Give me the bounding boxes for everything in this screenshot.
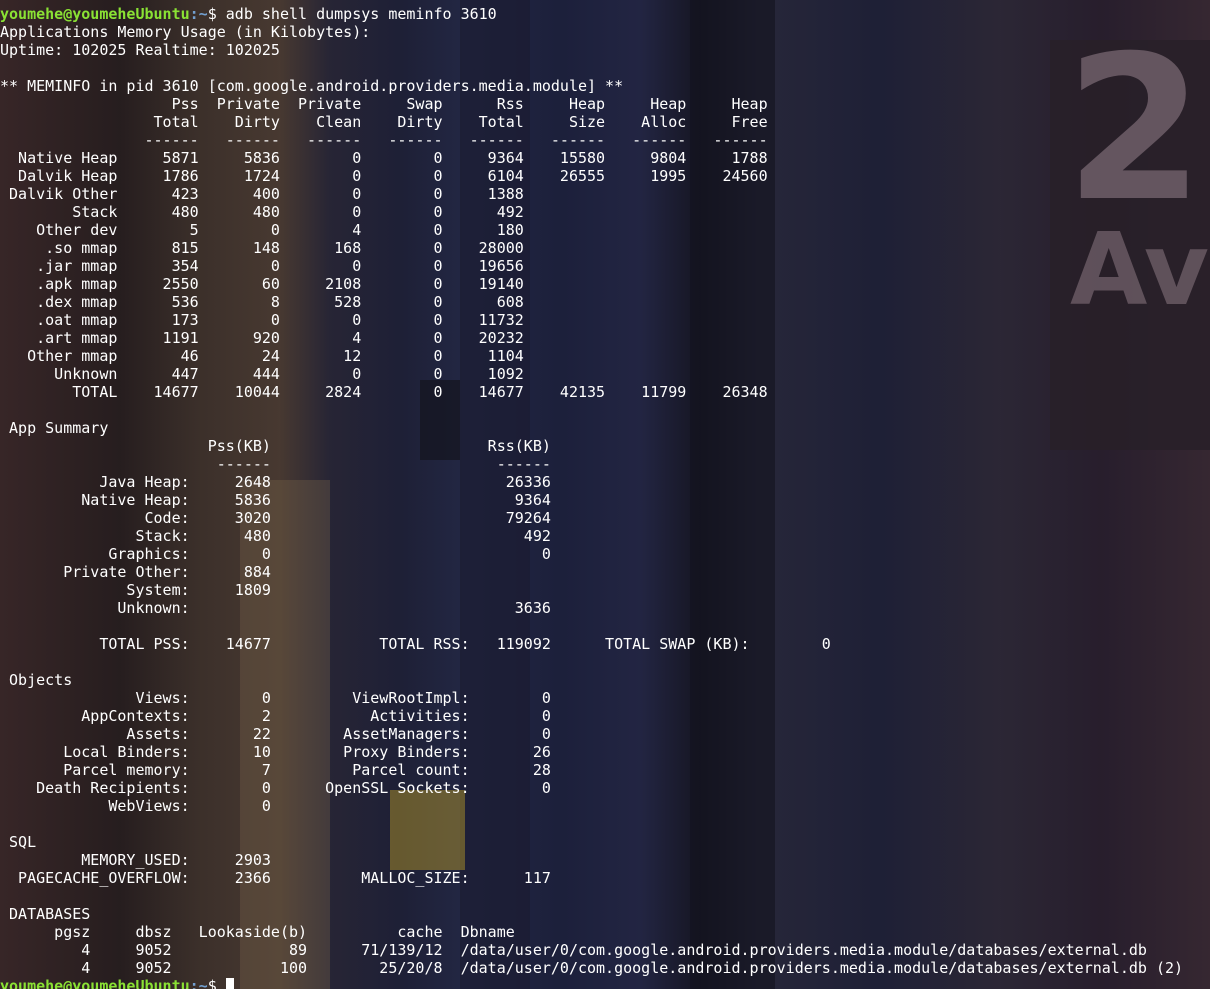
output-line: .oat mmap 173 0 0 0 11732	[0, 311, 524, 329]
output-line: Total Dirty Clean Dirty Total Size Alloc…	[0, 113, 768, 131]
output-line: System: 1809	[0, 581, 271, 599]
output-line: TOTAL PSS: 14677 TOTAL RSS: 119092 TOTAL…	[0, 635, 831, 653]
output-line: Private Other: 884	[0, 563, 271, 581]
output-line: Views: 0 ViewRootImpl: 0	[0, 689, 551, 707]
output-line: App Summary	[0, 419, 109, 437]
output-line: .dex mmap 536 8 528 0 608	[0, 293, 524, 311]
output-line: Applications Memory Usage (in Kilobytes)…	[0, 23, 371, 41]
output-line: Stack 480 480 0 0 492	[0, 203, 524, 221]
prompt-path: :~	[189, 5, 208, 23]
output-line: .so mmap 815 148 168 0 28000	[0, 239, 524, 257]
output-line: Java Heap: 2648 26336	[0, 473, 551, 491]
output-line: Graphics: 0 0	[0, 545, 551, 563]
output-line: Death Recipients: 0 OpenSSL Sockets: 0	[0, 779, 551, 797]
output-line: DATABASES	[0, 905, 91, 923]
output-line: Native Heap 5871 5836 0 0 9364 15580 980…	[0, 149, 768, 167]
output-line: .apk mmap 2550 60 2108 0 19140	[0, 275, 524, 293]
meminfo-output: Applications Memory Usage (in Kilobytes)…	[0, 23, 1183, 977]
output-line: TOTAL 14677 10044 2824 0 14677 42135 117…	[0, 383, 768, 401]
output-line: Code: 3020 79264	[0, 509, 551, 527]
output-line: Unknown: 3636	[0, 599, 551, 617]
output-line: Parcel memory: 7 Parcel count: 28	[0, 761, 551, 779]
text-cursor[interactable]	[225, 978, 234, 989]
output-line: .art mmap 1191 920 4 0 20232	[0, 329, 524, 347]
final-prompt-line[interactable]: youmehe@youmeheUbuntu:~$	[0, 977, 234, 989]
output-line: 4 9052 89 71/139/12 /data/user/0/com.goo…	[0, 941, 1147, 959]
output-line: Assets: 22 AssetManagers: 0	[0, 725, 551, 743]
command-prompt-line: youmehe@youmeheUbuntu:~$ adb shell dumps…	[0, 5, 497, 23]
output-line: 4 9052 100 25/20/8 /data/user/0/com.goog…	[0, 959, 1184, 977]
output-line: Stack: 480 492	[0, 527, 551, 545]
output-line: ** MEMINFO in pid 3610 [com.google.andro…	[0, 77, 624, 95]
output-line: Other dev 5 0 4 0 180	[0, 221, 524, 239]
output-line: ------ ------ ------ ------ ------ -----…	[0, 131, 768, 149]
output-line: Local Binders: 10 Proxy Binders: 26	[0, 743, 551, 761]
output-line: Unknown 447 444 0 0 1092	[0, 365, 524, 383]
output-line: Pss Private Private Swap Rss Heap Heap H…	[0, 95, 768, 113]
output-line: ------ ------	[0, 455, 551, 473]
output-line: SQL	[0, 833, 37, 851]
final-prompt-symbol: $	[207, 977, 226, 989]
output-line: Dalvik Heap 1786 1724 0 0 6104 26555 199…	[0, 167, 768, 185]
terminal-window[interactable]: 2 Av youmehe@youmeheUbuntu:~$ adb shell …	[0, 0, 1210, 989]
output-line: Dalvik Other 423 400 0 0 1388	[0, 185, 524, 203]
output-line: AppContexts: 2 Activities: 0	[0, 707, 551, 725]
output-line: Objects	[0, 671, 73, 689]
output-line: MEMORY_USED: 2903	[0, 851, 271, 869]
output-line: Pss(KB) Rss(KB)	[0, 437, 551, 455]
output-line: PAGECACHE_OVERFLOW: 2366 MALLOC_SIZE: 11…	[0, 869, 551, 887]
final-prompt-path: :~	[189, 977, 208, 989]
terminal-output[interactable]: youmehe@youmeheUbuntu:~$ adb shell dumps…	[0, 5, 1183, 989]
final-prompt-user-host: youmehe@youmeheUbuntu	[0, 977, 190, 989]
command-text: adb shell dumpsys meminfo 3610	[225, 5, 497, 23]
prompt-user-host: youmehe@youmeheUbuntu	[0, 5, 190, 23]
output-line: Uptime: 102025 Realtime: 102025	[0, 41, 280, 59]
prompt-symbol: $	[207, 5, 226, 23]
output-line: pgsz dbsz Lookaside(b) cache Dbname	[0, 923, 515, 941]
output-line: Other mmap 46 24 12 0 1104	[0, 347, 524, 365]
output-line: WebViews: 0	[0, 797, 271, 815]
output-line: .jar mmap 354 0 0 0 19656	[0, 257, 524, 275]
output-line: Native Heap: 5836 9364	[0, 491, 551, 509]
